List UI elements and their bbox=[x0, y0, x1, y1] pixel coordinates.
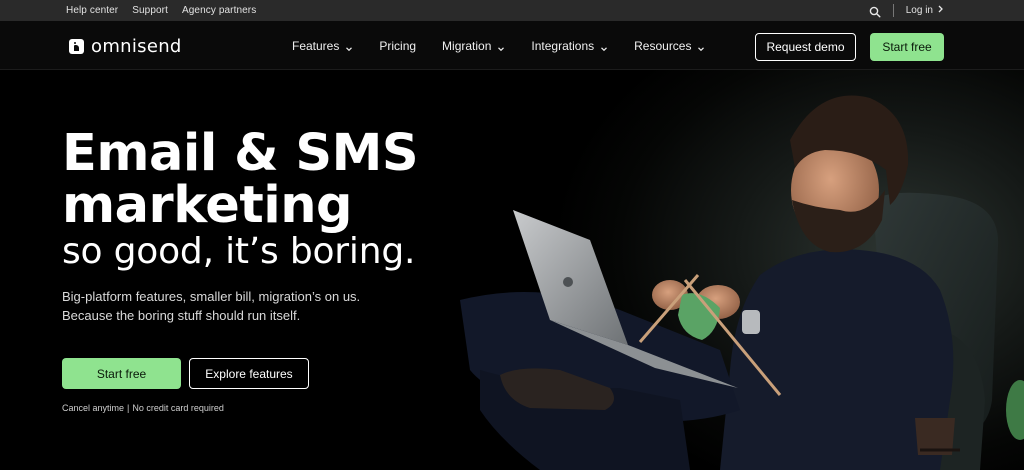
omnisend-logo-icon bbox=[69, 39, 84, 54]
hero-note: Cancel anytime | No credit card required bbox=[62, 403, 224, 413]
agency-partners-link[interactable]: Agency partners bbox=[182, 5, 256, 16]
note-separator: | bbox=[127, 403, 130, 413]
nav-item-label: Integrations bbox=[531, 38, 595, 53]
no-credit-card-note: No credit card required bbox=[132, 403, 224, 413]
hero-title-line-1: Email & SMS bbox=[62, 124, 419, 183]
nav-item-features[interactable]: Features bbox=[292, 39, 353, 53]
utility-links: Help center Support Agency partners bbox=[66, 0, 256, 21]
explore-features-button[interactable]: Explore features bbox=[189, 358, 309, 389]
chevron-down-icon bbox=[345, 42, 353, 51]
login-link[interactable]: Log in bbox=[906, 5, 944, 16]
chevron-right-icon bbox=[937, 5, 944, 16]
chevron-down-icon bbox=[697, 42, 705, 51]
support-link[interactable]: Support bbox=[132, 5, 168, 16]
help-center-link[interactable]: Help center bbox=[66, 5, 118, 16]
chevron-down-icon bbox=[497, 42, 505, 51]
nav-item-label: Resources bbox=[634, 38, 692, 53]
cancel-anytime-note: Cancel anytime bbox=[62, 403, 125, 413]
login-label: Log in bbox=[905, 5, 933, 16]
nav-item-label: Pricing bbox=[379, 38, 417, 53]
hero-photo-man-knitting-with-laptop bbox=[460, 95, 1024, 470]
search-icon[interactable] bbox=[869, 5, 881, 18]
nav-item-label: Features bbox=[292, 38, 340, 53]
nav-menu: Features Pricing Migration Integrations … bbox=[292, 21, 705, 70]
utility-bar: Help center Support Agency partners Log … bbox=[0, 0, 1024, 21]
nav-item-pricing[interactable]: Pricing bbox=[379, 39, 416, 53]
request-demo-button[interactable]: Request demo bbox=[755, 33, 856, 61]
nav-item-resources[interactable]: Resources bbox=[634, 39, 705, 53]
utility-divider bbox=[892, 4, 894, 17]
utility-actions: Log in bbox=[869, 0, 944, 21]
logo-text: omnisend bbox=[91, 36, 182, 57]
start-free-button[interactable]: Start free bbox=[62, 358, 181, 389]
nav-item-label: Migration bbox=[442, 38, 492, 53]
hero-title-line-2: marketing bbox=[62, 176, 353, 235]
hero-description-line-2: Because the boring stuff should run itse… bbox=[62, 308, 301, 323]
hero-description-line-1: Big-platform features, smaller bill, mig… bbox=[62, 289, 361, 304]
nav-item-integrations[interactable]: Integrations bbox=[531, 39, 608, 53]
hero-description: Big-platform features, smaller bill, mig… bbox=[62, 287, 402, 325]
chevron-down-icon bbox=[600, 42, 608, 51]
omnisend-logo[interactable]: omnisend bbox=[69, 36, 182, 57]
hero-title: Email & SMS marketing bbox=[62, 124, 419, 235]
main-nav: omnisend Features Pricing Migration Inte… bbox=[0, 21, 1024, 70]
nav-item-migration[interactable]: Migration bbox=[442, 39, 505, 53]
start-free-nav-button[interactable]: Start free bbox=[870, 33, 944, 61]
hero-section: Email & SMS marketing so good, it’s bori… bbox=[0, 70, 1024, 470]
hero-subtitle: so good, it’s boring. bbox=[62, 231, 416, 272]
